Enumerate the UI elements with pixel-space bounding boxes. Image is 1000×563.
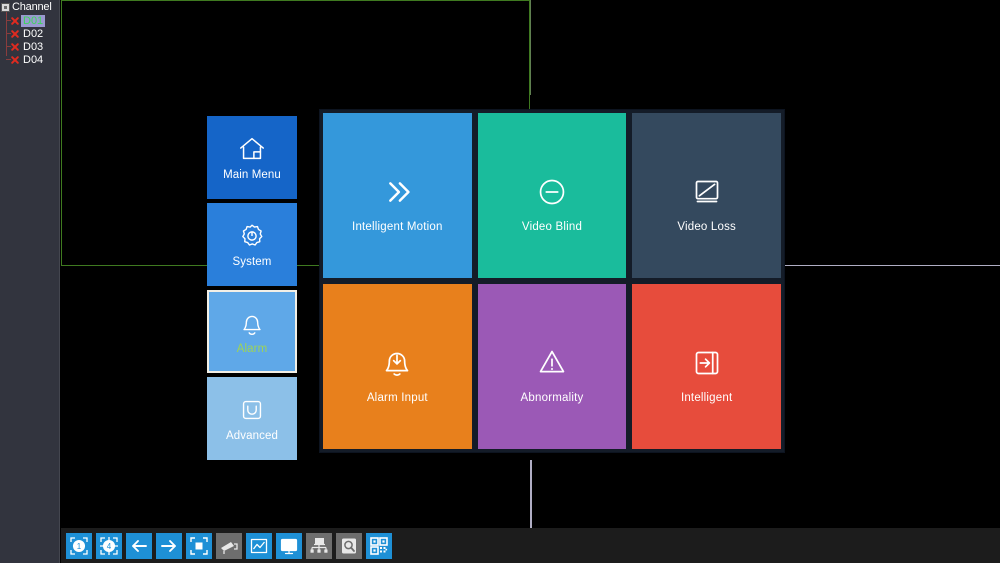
next-button[interactable]: [156, 532, 182, 559]
fullscreen-button[interactable]: [186, 532, 212, 559]
bell-download-icon: [376, 342, 418, 384]
red-x-icon: [9, 54, 20, 65]
nvr-screen: Channel D01 D02 D03 D04 Main Menu System…: [0, 0, 1000, 563]
expander-box-icon[interactable]: [1, 2, 10, 12]
shield-u-icon: [237, 395, 267, 425]
menu-item-advanced[interactable]: Advanced: [207, 377, 297, 460]
channel-list: D01 D02 D03 D04: [0, 12, 59, 66]
qr-code-button[interactable]: [366, 532, 392, 559]
channel-sidebar: Channel D01 D02 D03 D04: [0, 0, 60, 563]
bottom-toolbar: 1 4: [61, 528, 1000, 563]
channel-item-d02[interactable]: D02: [6, 27, 59, 40]
tile-label: Intelligent Motion: [352, 220, 443, 233]
tile-alarm-input[interactable]: Alarm Input: [323, 284, 472, 449]
color-adjust-button[interactable]: [246, 532, 272, 559]
disk-search-button[interactable]: [336, 532, 362, 559]
channel-label: D04: [23, 53, 44, 66]
tile-label: Alarm Input: [366, 391, 428, 404]
pane-divider-vertical-top: [530, 0, 531, 95]
tile-video-loss[interactable]: Video Loss: [632, 113, 781, 278]
main-menu-column: Main Menu System Alarm Advanced: [207, 116, 297, 460]
svg-text:4: 4: [107, 542, 112, 551]
arrow-in-box-icon: [686, 342, 728, 384]
previous-button[interactable]: [126, 532, 152, 559]
channel-tree-root-label: Channel: [12, 1, 52, 13]
menu-item-main-menu[interactable]: Main Menu: [207, 116, 297, 199]
channel-label: D01: [21, 14, 46, 27]
alarm-tile-grid: Intelligent Motion Video Blind Video Los…: [319, 109, 785, 453]
svg-text:1: 1: [77, 542, 82, 551]
tile-label: Video Loss: [677, 220, 737, 233]
monitor-slash-icon: [686, 171, 728, 213]
red-x-icon: [9, 41, 20, 52]
gear-icon: [237, 221, 267, 251]
red-x-icon: [9, 28, 20, 39]
circle-minus-icon: [531, 171, 573, 213]
channel-tree-root[interactable]: Channel: [0, 0, 59, 14]
pane-divider-horizontal-right: [779, 265, 1000, 266]
channel-item-d04[interactable]: D04: [6, 53, 59, 66]
menu-item-label: System: [232, 256, 272, 268]
tile-intelligent-motion[interactable]: Intelligent Motion: [323, 113, 472, 278]
pane-divider-vertical-bottom: [530, 460, 532, 535]
channel-item-d03[interactable]: D03: [6, 40, 59, 53]
menu-item-system[interactable]: System: [207, 203, 297, 286]
tile-label: Abnormality: [520, 391, 584, 404]
channel-label: D03: [23, 40, 44, 53]
tile-abnormality[interactable]: Abnormality: [477, 284, 627, 449]
channel-label: D02: [23, 27, 44, 40]
single-view-button[interactable]: 1: [66, 532, 92, 559]
tile-intelligent[interactable]: Intelligent: [632, 284, 781, 449]
menu-item-label: Alarm: [236, 343, 268, 355]
display-button[interactable]: [276, 532, 302, 559]
warning-triangle-icon: [531, 342, 573, 384]
ptz-camera-button[interactable]: [216, 532, 242, 559]
double-chevron-right-icon: [376, 171, 418, 213]
bell-icon: [237, 308, 267, 338]
menu-item-label: Advanced: [226, 430, 278, 442]
channel-item-d01[interactable]: D01: [6, 14, 59, 27]
network-button[interactable]: [306, 532, 332, 559]
red-x-icon: [9, 15, 20, 26]
quad-view-button[interactable]: 4: [96, 532, 122, 559]
menu-item-alarm[interactable]: Alarm: [207, 290, 297, 373]
tile-label: Video Blind: [521, 220, 583, 233]
tile-label: Intelligent: [680, 391, 733, 404]
menu-item-label: Main Menu: [223, 169, 281, 181]
home-icon: [237, 134, 267, 164]
tile-video-blind[interactable]: Video Blind: [477, 113, 627, 278]
